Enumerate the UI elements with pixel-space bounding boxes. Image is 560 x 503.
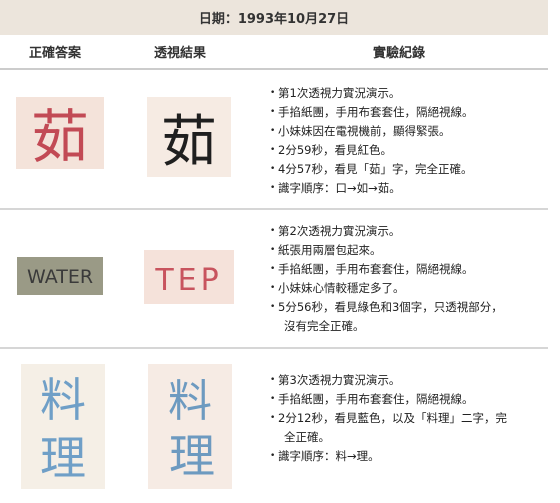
result-image-ru: 茹 <box>147 97 231 177</box>
note-item: 全正確。 <box>284 430 330 444</box>
result-char-1: 料 <box>168 376 212 427</box>
note-item: 4分57秒，看見「茹」字，完全正確。 <box>270 160 548 179</box>
note-item: 手掐紙團，手用布套套住，隔絕視線。 <box>270 103 548 122</box>
correct-answer-image-water: WATER <box>17 257 103 295</box>
note-item: 識字順序：口→如→茹。 <box>270 179 548 198</box>
table-row: 茹 茹 第1次透視力實況演示。 手掐紙團，手用布套套住，隔絕視線。 小妹妹因在電… <box>0 70 548 210</box>
correct-char-1: 料 <box>40 373 86 427</box>
experiment-record-page: 日期：1993年10月27日 正確答案 透視結果 實驗紀錄 茹 茹 第1次透視力… <box>0 0 560 503</box>
note-item: 手掐紙團，手用布套套住，隔絕視線。 <box>270 260 548 279</box>
note-item: 第3次透視力實況演示。 <box>270 371 548 390</box>
correct-char: 茹 <box>31 103 89 169</box>
note-item: 小妹妹心情較穩定多了。 <box>270 279 548 298</box>
experiment-notes: 第1次透視力實況演示。 手掐紙團，手用布套套住，隔絕視線。 小妹妹因在電視機前，… <box>270 84 548 198</box>
note-item: 第1次透視力實況演示。 <box>270 84 548 103</box>
correct-char-2: 理 <box>40 431 86 485</box>
header-experiment-record: 實驗紀錄 <box>372 46 425 61</box>
note-item: 手掐紙團，手用布套套住，隔絕視線。 <box>270 390 548 409</box>
note-item: 沒有完全正確。 <box>284 319 365 333</box>
note-item: 5分56秒，看見綠色和3個字，只透視部分， <box>270 298 548 317</box>
correct-answer-image-liaoli: 料 理 <box>21 364 105 489</box>
note-item: 識字順序：料→理。 <box>270 447 548 466</box>
table-header: 正確答案 透視結果 實驗紀錄 <box>0 35 548 70</box>
note-item: 小妹妹因在電視機前，顯得緊張。 <box>270 122 548 141</box>
date-label: 日期：1993年10月27日 <box>198 12 350 27</box>
result-image-liaoli: 料 理 <box>148 364 232 489</box>
correct-answer-image-ru: 茹 <box>16 97 104 169</box>
result-image-tep: TEP <box>144 250 234 304</box>
experiment-notes: 第2次透視力實況演示。 紙張用兩層包起來。 手掐紙團，手用布套套住，隔絕視線。 … <box>270 222 548 336</box>
header-correct-answer: 正確答案 <box>28 46 81 61</box>
table-row: 料 理 料 理 第3次透視力實況演示。 手掐紙團，手用布套套住，隔絕視線。 2分… <box>0 349 548 497</box>
date-header: 日期：1993年10月27日 <box>0 0 548 35</box>
note-item: 2分59秒，看見紅色。 <box>270 141 548 160</box>
header-perception-result: 透視結果 <box>153 46 206 61</box>
result-char: 茹 <box>161 110 217 175</box>
table-row: WATER TEP 第2次透視力實況演示。 紙張用兩層包起來。 手掐紙團，手用布… <box>0 210 548 349</box>
correct-word: WATER <box>27 266 93 288</box>
result-char-2: 理 <box>169 429 215 483</box>
note-item: 第2次透視力實況演示。 <box>270 222 548 241</box>
experiment-notes: 第3次透視力實況演示。 手掐紙團，手用布套套住，隔絕視線。 2分12秒，看見藍色… <box>270 371 548 466</box>
result-word: TEP <box>154 263 222 298</box>
note-item: 2分12秒，看見藍色，以及「料理」二字，完 <box>270 409 548 428</box>
note-item: 紙張用兩層包起來。 <box>270 241 548 260</box>
